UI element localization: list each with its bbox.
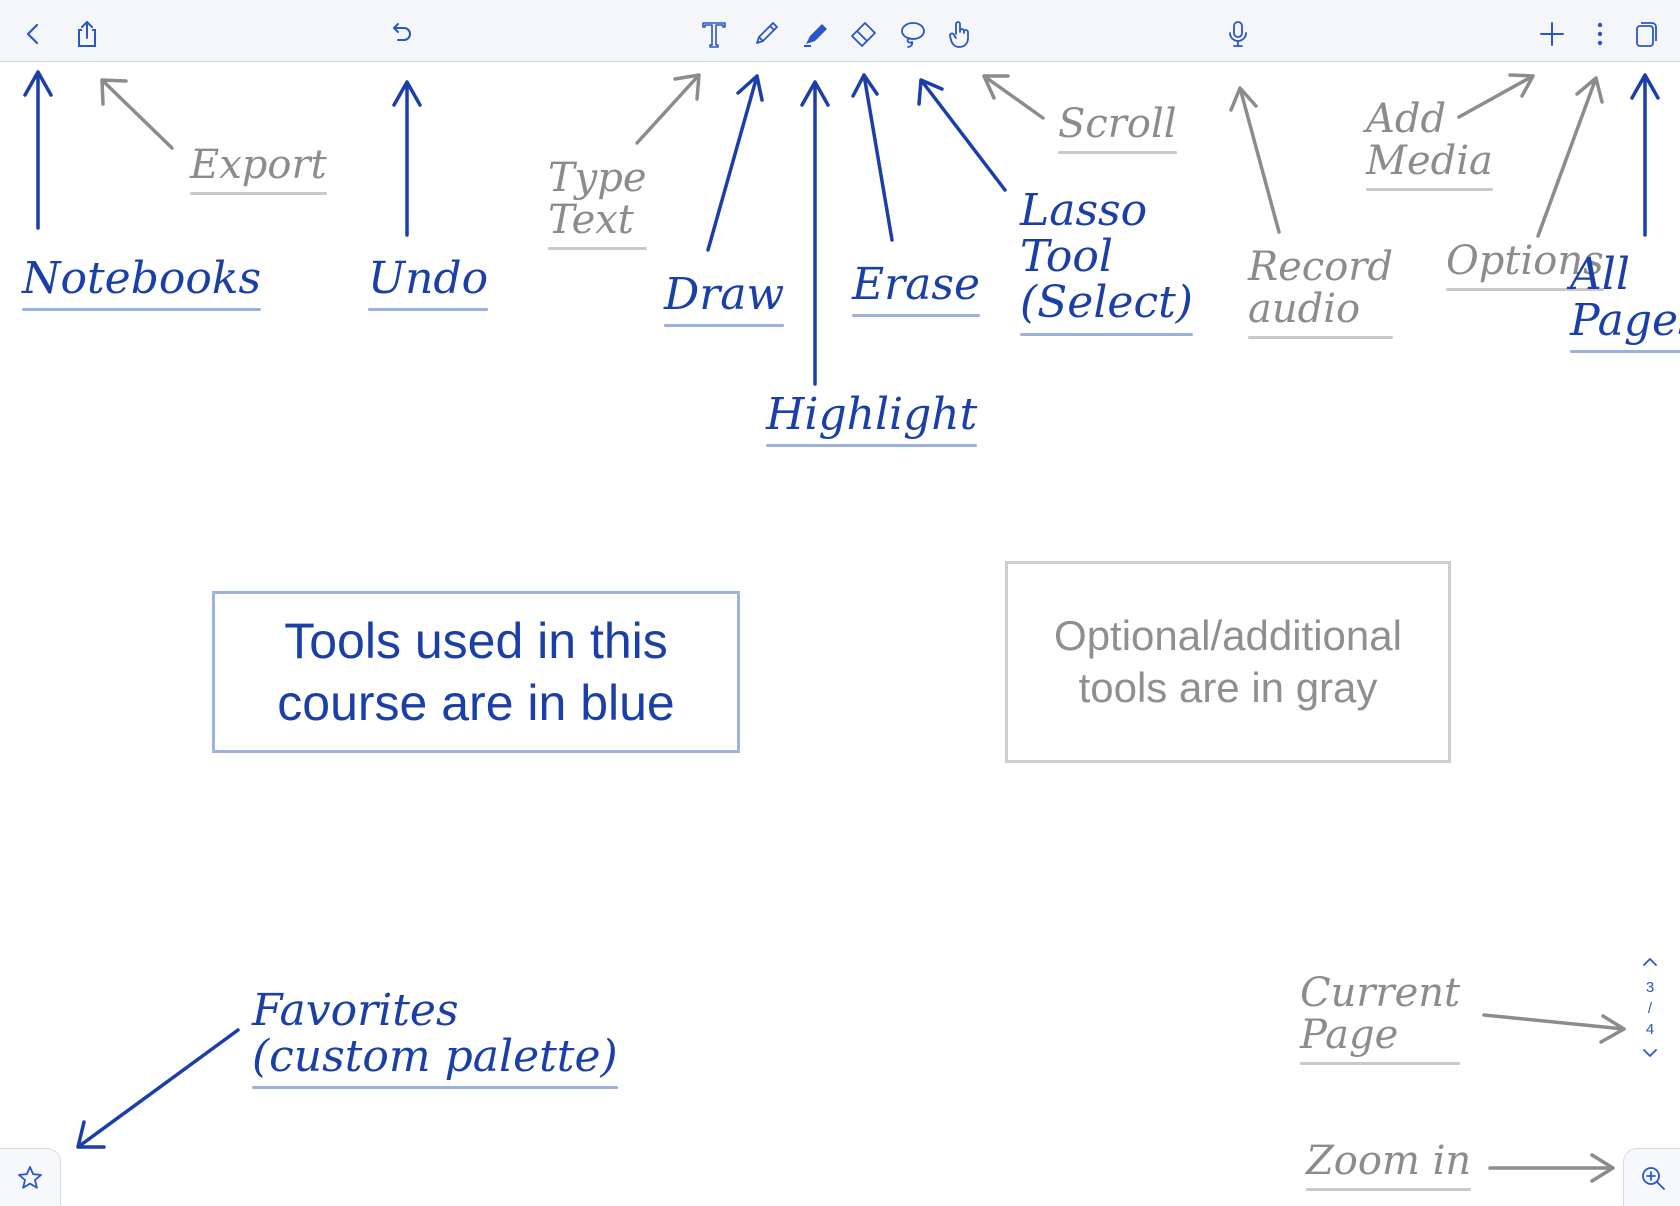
arrow-draw [706, 74, 764, 252]
arrow-all-pages [1630, 73, 1660, 237]
arrow-current-page [1482, 1013, 1626, 1044]
page-indicator: 3 / 4 [1632, 955, 1668, 1105]
arrow-notebooks [23, 70, 53, 230]
label-scroll: Scroll [1058, 103, 1177, 154]
star-icon [18, 1165, 42, 1189]
arrow-record-audio [1229, 86, 1281, 234]
legend-blue-text: Tools used in this course are in blue [277, 612, 675, 732]
text-tool-icon [702, 22, 726, 48]
favorites-button[interactable] [0, 1148, 61, 1206]
label-highlight: Highlight [766, 391, 977, 447]
microphone-icon [1229, 21, 1247, 47]
top-toolbar [0, 0, 1680, 62]
arrow-zoom-in [1488, 1153, 1615, 1183]
arrow-favorites [76, 1028, 240, 1149]
arrow-type-text [635, 73, 701, 145]
chevron-left-icon [26, 23, 39, 45]
label-all-pages: All Pages [1570, 251, 1680, 353]
eraser-icon [851, 22, 876, 47]
arrow-options [1536, 76, 1604, 238]
arrow-undo [392, 80, 422, 237]
label-draw: Draw [664, 271, 784, 327]
label-type-text: Type Text [548, 157, 647, 250]
current-page-number: 3 [1645, 979, 1655, 996]
arrow-highlight [800, 80, 830, 386]
previous-page-button[interactable] [1632, 955, 1668, 977]
total-pages-number: 4 [1645, 1021, 1655, 1038]
erase-button[interactable] [843, 14, 883, 54]
arrow-export [100, 78, 174, 150]
type-text-button[interactable] [694, 14, 734, 54]
label-export: Export [190, 144, 327, 195]
label-erase: Erase [852, 261, 980, 317]
chevron-down-icon [1643, 1049, 1657, 1057]
pen-icon [756, 22, 778, 44]
label-undo: Undo [368, 255, 488, 311]
hand-pointer-icon [949, 21, 969, 48]
label-current-page: Current Page [1300, 972, 1460, 1065]
scroll-button[interactable] [940, 14, 980, 54]
page-separator: / [1647, 1000, 1653, 1017]
lasso-icon [901, 22, 925, 48]
zoom-in-icon [1641, 1166, 1665, 1190]
highlighter-icon [804, 24, 827, 47]
highlight-button[interactable] [796, 14, 836, 54]
label-favorites: Favorites (custom palette) [252, 987, 618, 1089]
pages-icon [1636, 22, 1657, 47]
undo-button[interactable] [381, 14, 421, 54]
label-add-media: Add Media [1366, 98, 1493, 191]
plus-icon [1540, 22, 1564, 46]
label-lasso-tool: Lasso Tool (Select) [1020, 187, 1193, 336]
share-icon [78, 21, 96, 47]
export-button[interactable] [67, 14, 107, 54]
record-audio-button[interactable] [1218, 14, 1258, 54]
label-record-audio: Record audio [1248, 246, 1393, 339]
draw-button[interactable] [746, 14, 786, 54]
legend-gray-text: Optional/additional tools are in gray [1054, 611, 1402, 712]
more-vertical-icon [1597, 22, 1603, 46]
arrow-erase [851, 73, 894, 242]
arrow-scroll [982, 74, 1045, 120]
options-button[interactable] [1580, 14, 1620, 54]
label-notebooks: Notebooks [22, 255, 261, 311]
next-page-button[interactable] [1632, 1046, 1668, 1068]
legend-gray-box: Optional/additional tools are in gray [1005, 561, 1451, 763]
add-media-button[interactable] [1532, 14, 1572, 54]
label-zoom-in: Zoom in [1306, 1140, 1471, 1191]
undo-icon [393, 23, 411, 41]
legend-blue-box: Tools used in this course are in blue [212, 591, 740, 753]
arrow-lasso [917, 78, 1007, 192]
lasso-button[interactable] [892, 14, 932, 54]
zoom-in-button[interactable] [1623, 1148, 1680, 1206]
all-pages-button[interactable] [1626, 14, 1666, 54]
back-button[interactable] [13, 14, 53, 54]
chevron-up-icon [1643, 958, 1657, 966]
